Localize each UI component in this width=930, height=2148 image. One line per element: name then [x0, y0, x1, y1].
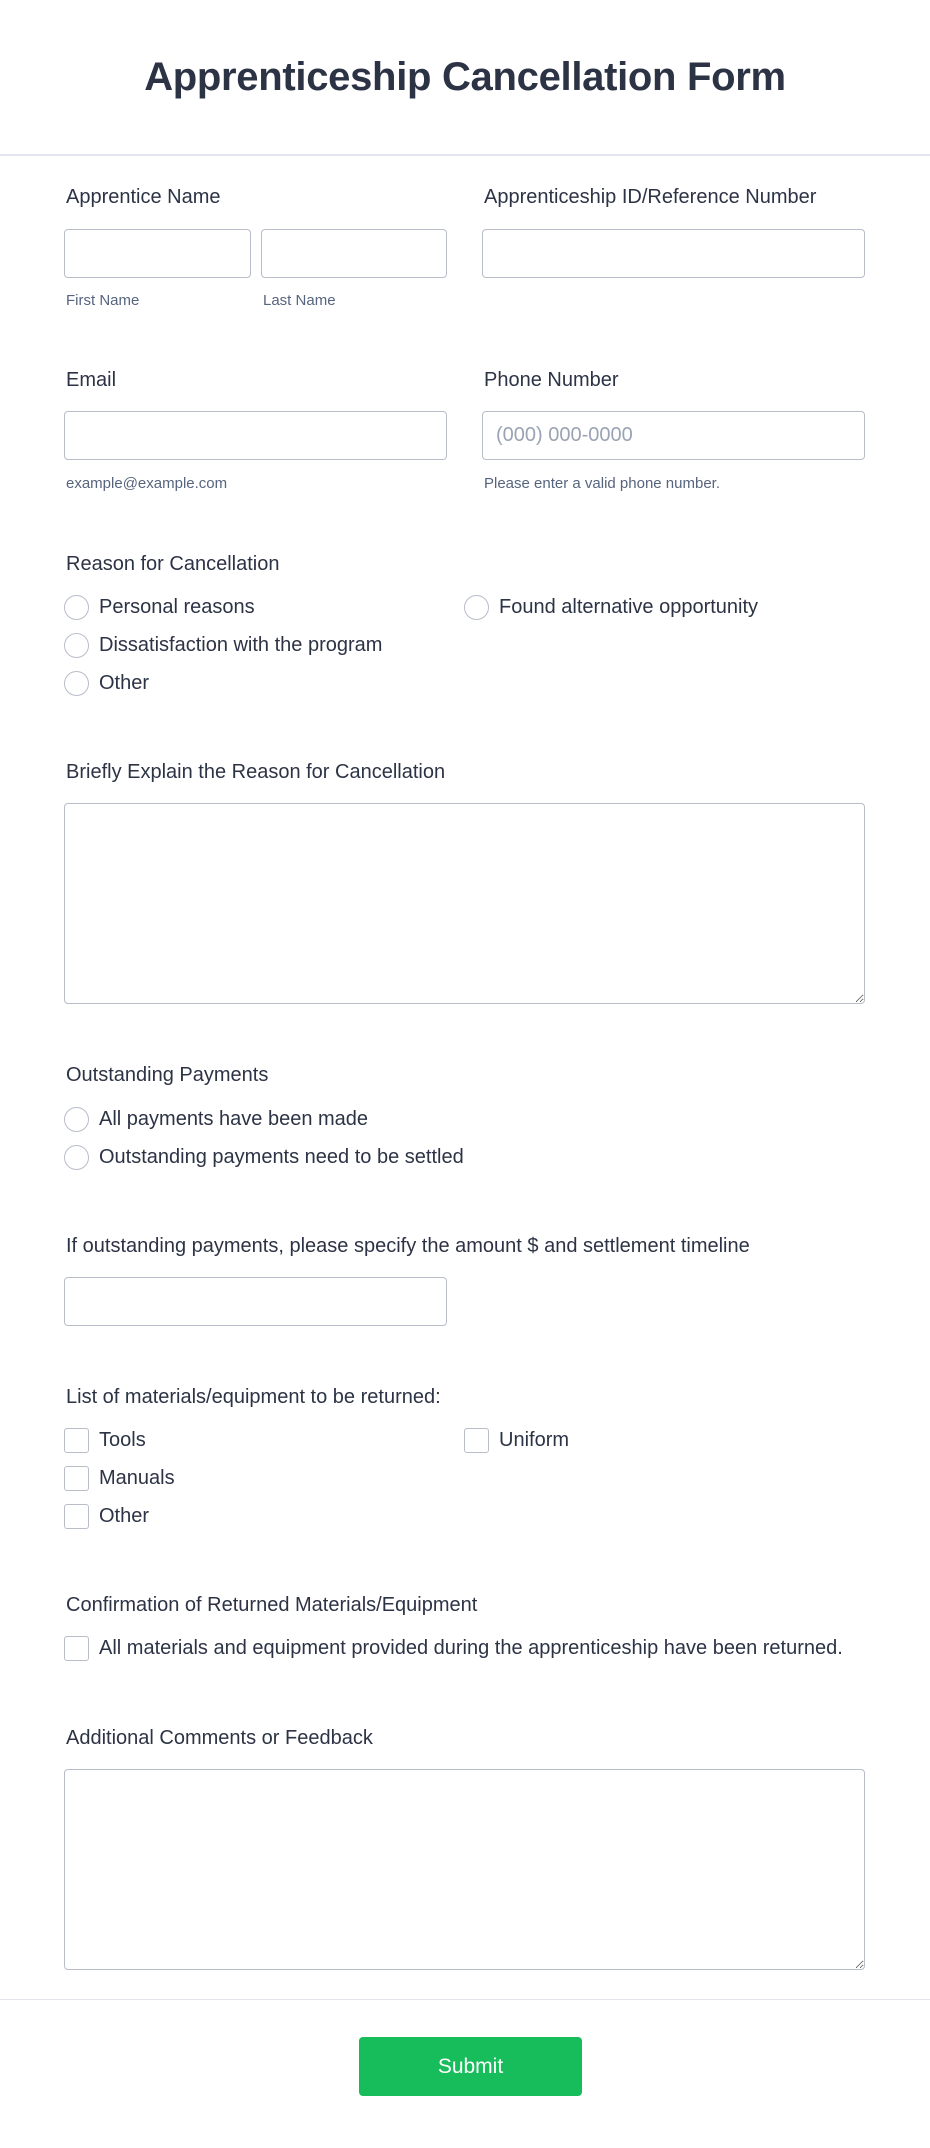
reason-option[interactable]: Found alternative opportunity [464, 592, 758, 622]
last-name-sublabel: Last Name [263, 292, 336, 309]
last-name-input[interactable] [261, 229, 447, 278]
email-label: Email [66, 369, 117, 391]
radio-button[interactable] [64, 1144, 89, 1170]
radio-button[interactable] [464, 594, 489, 620]
reason-option-label: Found alternative opportunity [499, 595, 759, 618]
materials-option[interactable]: Tools [64, 1425, 146, 1455]
payments-option[interactable]: Outstanding payments need to be settled [64, 1142, 464, 1172]
form-title: Apprenticeship Cancellation Form [144, 54, 786, 99]
phone-sublabel: Please enter a valid phone number. [484, 475, 720, 492]
first-name-sublabel: First Name [66, 292, 140, 309]
materials-option[interactable]: Uniform [464, 1425, 569, 1455]
reason-option[interactable]: Other [64, 668, 149, 698]
reason-option-label: Personal reasons [99, 595, 255, 618]
reason-label: Reason for Cancellation [66, 553, 280, 575]
materials-option-label: Tools [99, 1428, 146, 1451]
phone-label: Phone Number [484, 369, 619, 391]
phone-input[interactable] [482, 411, 865, 460]
explain-label: Briefly Explain the Reason for Cancellat… [66, 761, 446, 783]
first-name-input[interactable] [64, 229, 251, 278]
payments-label: Outstanding Payments [66, 1064, 269, 1086]
reason-option[interactable]: Personal reasons [64, 592, 255, 622]
confirmation-option[interactable]: All materials and equipment provided dur… [64, 1633, 843, 1663]
apprentice-name-label: Apprentice Name [66, 186, 221, 208]
materials-option[interactable]: Manuals [64, 1463, 175, 1493]
reason-option[interactable]: Dissatisfaction with the program [64, 630, 382, 660]
email-input[interactable] [64, 411, 447, 460]
materials-option-label: Other [99, 1504, 150, 1527]
comments-textarea[interactable] [64, 1769, 865, 1970]
payments-option[interactable]: All payments have been made [64, 1104, 368, 1134]
email-sublabel: example@example.com [66, 475, 228, 492]
reason-option-label: Dissatisfaction with the program [99, 633, 383, 656]
payments-option-label: Outstanding payments need to be settled [99, 1145, 464, 1168]
payments-option-label: All payments have been made [99, 1107, 369, 1130]
submit-button[interactable]: Submit [359, 2037, 582, 2096]
footer-divider [0, 1999, 930, 2000]
form-header: Apprenticeship Cancellation Form [0, 0, 930, 156]
confirmation-label: Confirmation of Returned Materials/Equip… [66, 1594, 478, 1616]
checkbox[interactable] [64, 1427, 89, 1453]
materials-option-label: Uniform [499, 1428, 570, 1451]
comments-label: Additional Comments or Feedback [66, 1727, 373, 1749]
radio-button[interactable] [64, 670, 89, 696]
apprenticeship-id-input[interactable] [482, 229, 865, 278]
radio-button[interactable] [64, 632, 89, 658]
explain-textarea[interactable] [64, 803, 865, 1004]
checkbox[interactable] [64, 1635, 89, 1661]
apprenticeship-id-label: Apprenticeship ID/Reference Number [484, 186, 817, 208]
payment-details-label: If outstanding payments, please specify … [66, 1235, 750, 1257]
checkbox[interactable] [464, 1427, 489, 1453]
payment-details-input[interactable] [64, 1277, 447, 1326]
checkbox[interactable] [64, 1503, 89, 1529]
materials-label: List of materials/equipment to be return… [66, 1386, 441, 1408]
radio-button[interactable] [64, 594, 89, 620]
confirmation-option-label: All materials and equipment provided dur… [99, 1636, 843, 1659]
materials-option-label: Manuals [99, 1466, 175, 1489]
checkbox[interactable] [64, 1465, 89, 1491]
radio-button[interactable] [64, 1106, 89, 1132]
materials-option[interactable]: Other [64, 1501, 149, 1531]
reason-option-label: Other [99, 671, 150, 694]
